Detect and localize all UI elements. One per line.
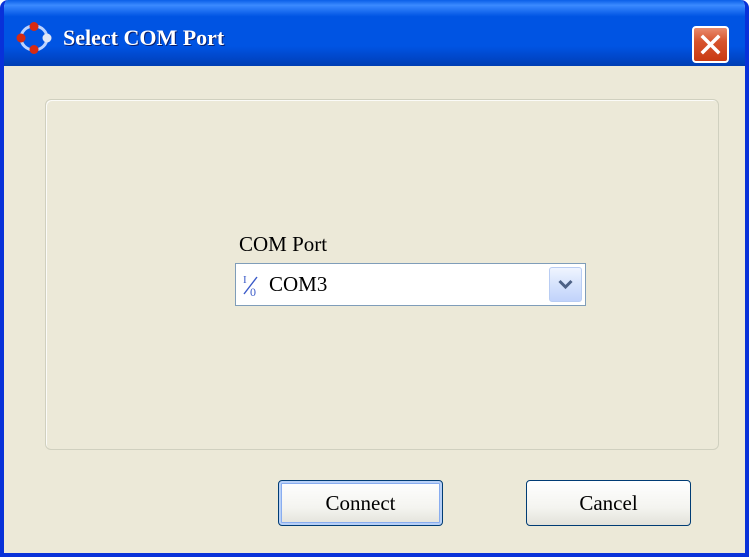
svg-text:I: I [243, 274, 247, 286]
chevron-down-icon [558, 279, 573, 290]
connect-button[interactable]: Connect [278, 480, 443, 526]
io-port-icon: I 0 [242, 272, 262, 299]
title-bar[interactable]: Select COM Port [4, 0, 745, 66]
cancel-button[interactable]: Cancel [526, 480, 691, 526]
selected-port-value: COM3 [269, 272, 328, 296]
window-title: Select COM Port [63, 25, 225, 50]
select-com-port-dialog: Select COM Port COM Port I 0 COM3 Connec… [0, 0, 749, 557]
close-button[interactable] [692, 26, 729, 63]
svg-text:0: 0 [250, 285, 256, 298]
com-port-diamond-icon [16, 22, 52, 54]
com-port-label: COM Port [239, 232, 328, 256]
com-port-dropdown[interactable]: I 0 COM3 [235, 263, 586, 306]
close-icon [700, 34, 721, 55]
dropdown-arrow-button[interactable] [549, 267, 582, 302]
